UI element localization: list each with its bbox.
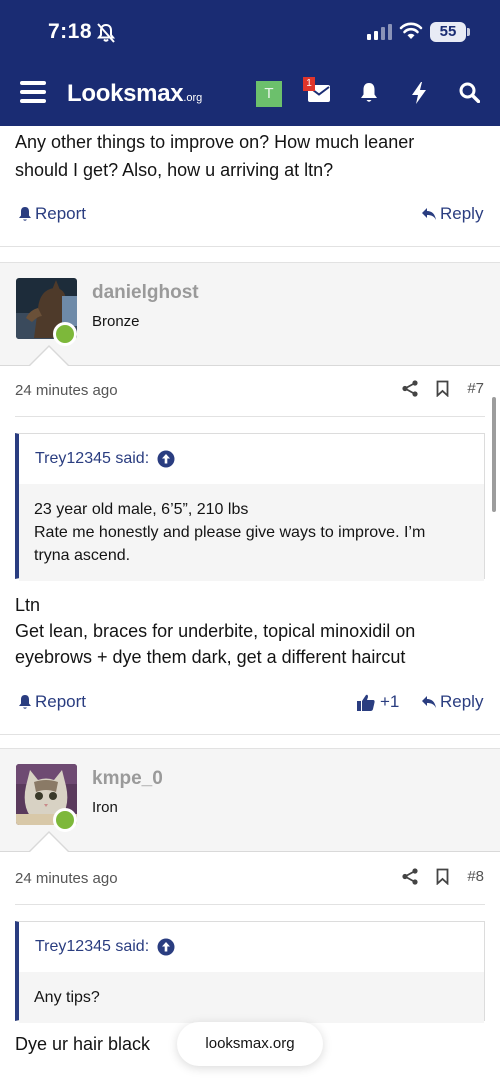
status-bar: 7:18 55 [0, 0, 500, 64]
post-text-line: Get lean, braces for underbite, topical … [15, 621, 416, 641]
post-time[interactable]: 24 minutes ago [15, 382, 118, 399]
quote-line: 23 year old male, 6’5”, 210 lbs [34, 501, 249, 518]
post-text-line: eyebrows + dye them dark, get a differen… [15, 647, 406, 667]
post-user-block: danielghost Bronze [0, 262, 500, 366]
report-link[interactable]: Report [18, 204, 86, 224]
user-avatar-button[interactable]: T [256, 81, 282, 107]
post-meta-actions: #8 [402, 868, 484, 885]
quote-line: Any tips? [34, 989, 100, 1006]
bookmark-icon[interactable] [436, 380, 449, 397]
bolt-icon[interactable] [411, 82, 427, 104]
quote-author: Trey12345 said: [35, 938, 150, 955]
quote-header[interactable]: Trey12345 said: [19, 434, 484, 484]
reply-link[interactable]: Reply [421, 204, 483, 224]
post-divider [0, 246, 500, 247]
report-link[interactable]: Report [18, 692, 86, 712]
quote-line: tryna ascend. [34, 547, 131, 564]
reply-arrow-icon [422, 696, 436, 708]
top-navbar: Looksmax.org T 1 [0, 64, 500, 126]
bookmark-icon[interactable] [436, 868, 449, 885]
thread-content: Any other things to improve on? How much… [0, 126, 500, 1083]
hamburger-icon[interactable] [20, 81, 46, 105]
quote-body: Any tips? [19, 972, 484, 1023]
arrow-up-circle-icon[interactable] [157, 938, 175, 956]
wifi-icon [399, 22, 423, 39]
share-icon[interactable] [402, 380, 418, 397]
silent-bell-icon [96, 23, 116, 43]
post-time[interactable]: 24 minutes ago [15, 870, 118, 887]
search-icon[interactable] [459, 82, 480, 103]
post-text-line: Dye ur hair black [15, 1034, 151, 1054]
reaction-button[interactable]: +1 [357, 692, 399, 712]
share-icon[interactable] [402, 868, 418, 885]
user-block-caret-fill [30, 833, 68, 852]
arrow-up-circle-icon[interactable] [157, 450, 175, 468]
bell-icon[interactable] [359, 82, 379, 104]
post-number[interactable]: #7 [467, 380, 484, 397]
user-rank: Iron [92, 799, 118, 816]
user-rank: Bronze [92, 313, 140, 330]
mail-badge: 1 [303, 77, 315, 91]
report-bell-icon [19, 207, 31, 221]
online-status-dot [53, 808, 77, 832]
browser-url-pill[interactable]: looksmax.org [177, 1022, 323, 1066]
meta-divider [15, 416, 485, 417]
post-text-line: Ltn [15, 595, 41, 615]
post-text-line: should I get? Also, how u arriving at lt… [15, 160, 334, 180]
online-status-dot [53, 322, 77, 346]
scrollbar[interactable] [492, 397, 496, 512]
thumbs-up-icon [357, 694, 375, 711]
reply-link[interactable]: Reply [421, 692, 483, 712]
username[interactable]: danielghost [92, 282, 199, 304]
post-number[interactable]: #8 [467, 868, 484, 885]
reply-arrow-icon [422, 208, 436, 220]
report-bell-icon [19, 695, 31, 709]
username[interactable]: kmpe_0 [92, 768, 163, 790]
status-time: 7:18 [48, 20, 93, 43]
quote-line: Rate me honestly and please give ways to… [34, 524, 426, 541]
post-divider [0, 734, 500, 735]
post-user-block: kmpe_0 Iron [0, 748, 500, 852]
meta-divider [15, 904, 485, 905]
signal-icon [367, 24, 392, 40]
quote-block: Trey12345 said: 23 year old male, 6’5”, … [15, 433, 485, 581]
user-block-caret-fill [30, 347, 68, 366]
post-meta-actions: #7 [402, 380, 484, 397]
quote-body: 23 year old male, 6’5”, 210 lbs Rate me … [19, 484, 484, 581]
quote-block: Trey12345 said: Any tips? [15, 921, 485, 1023]
battery-icon: 55 [430, 22, 470, 42]
site-logo[interactable]: Looksmax.org [67, 80, 202, 108]
quote-header[interactable]: Trey12345 said: [19, 922, 484, 972]
quote-author: Trey12345 said: [35, 450, 150, 467]
post-text-line: Any other things to improve on? How much… [15, 132, 415, 152]
